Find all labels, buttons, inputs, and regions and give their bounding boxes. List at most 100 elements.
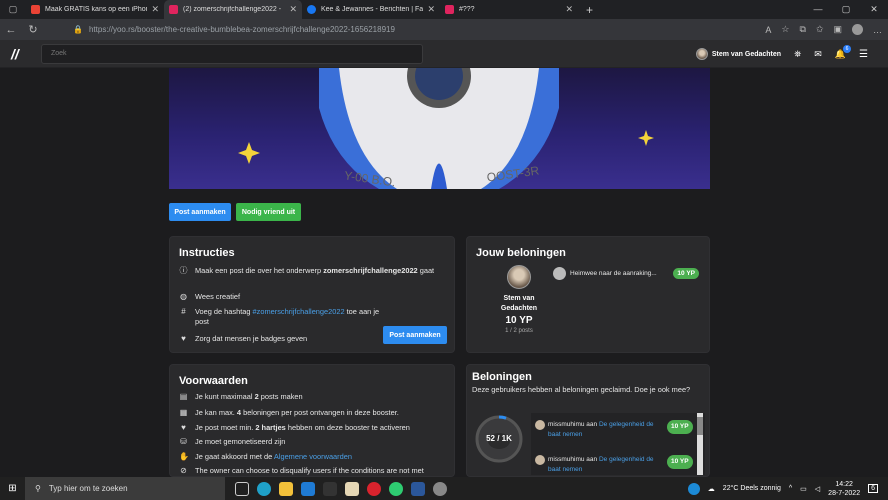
post-aanmaken-button[interactable]: Post aanmaken <box>169 203 231 221</box>
extensions-icon[interactable]: ⧉ <box>800 24 806 35</box>
claim-user[interactable]: missmuhimu <box>548 456 584 463</box>
instructie-item: ♥ Zorg dat mensen je badges geven <box>179 334 307 344</box>
app-icon[interactable] <box>433 481 447 496</box>
tab-2[interactable]: (2) zomerschrijfchallenge2022 - ✕ <box>164 0 302 19</box>
help-icon[interactable] <box>687 482 700 495</box>
header-actions: Stem van Gedachten ⛯ ✉ 🔔 6 ☰ <box>695 40 868 68</box>
clock-time: 14:22 <box>835 480 853 488</box>
close-icon[interactable]: ✕ <box>565 4 573 15</box>
user-name: Stem van Gedachten <box>711 50 782 58</box>
taskbar-search-text: Typ hier om te zoeken <box>48 484 128 493</box>
user-x-icon: ⊘ <box>180 466 187 475</box>
read-aloud-icon[interactable]: A <box>765 25 771 35</box>
voorwaarde-item: ⊘ The owner can choose to disqualify use… <box>179 466 424 476</box>
whatsapp-icon[interactable] <box>389 481 403 496</box>
collections-icon[interactable]: ▣ <box>833 24 842 35</box>
lock-icon[interactable]: 🔒 <box>73 25 83 34</box>
address-bar: ← ↻ 🔒 https://yoo.rs/booster/the-creativ… <box>0 19 888 40</box>
notifications-icon[interactable]: 6 <box>868 484 878 493</box>
palette-icon: ◍ <box>180 292 187 301</box>
yoors-icon <box>169 5 178 14</box>
url-field[interactable]: 🔒 https://yoo.rs/booster/the-creative-bu… <box>69 21 669 38</box>
post-thumbnail <box>553 267 566 280</box>
tab-title: Kee & Jewannes - Berichten | Fa <box>321 6 424 13</box>
heart-icon: ♥ <box>181 334 186 343</box>
back-icon[interactable]: ← <box>0 24 22 36</box>
invite-friend-button[interactable]: Nodig vriend uit <box>236 203 301 221</box>
paint-icon[interactable] <box>345 481 359 496</box>
tab-4[interactable]: #??? ✕ <box>440 0 578 19</box>
instructie-item: ◍ Wees creatief <box>179 292 240 302</box>
voorwaarde-item: ⛁ Je moet gemonetiseerd zijn <box>179 437 285 447</box>
instructie-text: Wees creatief <box>195 292 241 301</box>
claim-user[interactable]: missmuhimu <box>548 421 584 428</box>
avatar <box>535 455 545 465</box>
clock-date: 28-7-2022 <box>828 489 861 497</box>
winamp-icon[interactable] <box>323 481 337 496</box>
instructie-text: Maak een post die over het onderwerp zom… <box>195 266 435 275</box>
close-icon[interactable]: ✕ <box>151 4 159 15</box>
tab-actions-icon[interactable]: ▢ <box>0 0 26 19</box>
voorwaarden-title: Voorwaarden <box>179 375 248 387</box>
yp-badge: 10 YP <box>667 420 693 434</box>
minimize-icon[interactable]: — <box>804 0 832 19</box>
binoculars-icon[interactable]: ⛯ <box>794 49 801 60</box>
mail-app-icon[interactable] <box>301 481 315 496</box>
scrollbar[interactable] <box>697 413 703 475</box>
reward-post[interactable]: Heimwee naar de aanraking... 10 YP <box>553 267 699 280</box>
progress-value: 52 / 1K <box>486 434 512 443</box>
voorwaarde-text: Je moet gemonetiseerd zijn <box>195 437 286 446</box>
system-tray: ☁ 22°C Deels zonnig ^ ▭ ◁ 14:22 28-7-2022… <box>687 477 878 500</box>
claim-aan: aan <box>586 421 598 428</box>
rewards-card: Jouw beloningen Stem van Gedachten 10 YP… <box>466 236 710 353</box>
facebook-icon <box>307 5 316 14</box>
clock[interactable]: 14:22 28-7-2022 <box>828 480 860 498</box>
new-tab-icon[interactable]: + <box>586 3 593 17</box>
close-icon[interactable]: ✕ <box>289 4 297 15</box>
handshake-icon: ✋ <box>179 452 189 461</box>
favorite-star-icon[interactable]: ☆ <box>781 24 789 35</box>
weather-text[interactable]: 22°C Deels zonnig <box>723 485 781 492</box>
more-icon[interactable]: … <box>873 25 882 35</box>
task-view-icon[interactable] <box>235 481 249 496</box>
beloningen-card: Beloningen Deze gebruikers hebben al bel… <box>466 364 710 477</box>
coins-icon: ⛁ <box>180 437 187 446</box>
mail-icon[interactable]: ✉ <box>814 49 822 60</box>
hashtag-link[interactable]: #zomerschrijfchallenge2022 <box>253 307 345 316</box>
voorwaarden-card: Voorwaarden ▤ Je kunt maximaal 2 posts m… <box>169 364 455 477</box>
instructie-text: Voeg de hashtag #zomerschrijfchallenge20… <box>195 307 380 326</box>
user-menu[interactable]: Stem van Gedachten <box>695 48 782 60</box>
maximize-icon[interactable]: ▢ <box>832 0 860 19</box>
tab-3[interactable]: Kee & Jewannes - Berichten | Fa ✕ <box>302 0 440 19</box>
tab-title: (2) zomerschrijfchallenge2022 - <box>183 6 282 13</box>
file-explorer-icon[interactable] <box>279 481 293 496</box>
bell-icon[interactable]: 🔔 6 <box>835 44 852 60</box>
heart-icon: ♥ <box>181 423 186 432</box>
claims-list[interactable]: missmuhimu aan De gelegenheid de baat ne… <box>531 413 705 475</box>
yoors-logo[interactable]: // <box>11 46 19 62</box>
refresh-icon[interactable]: ↻ <box>22 23 44 36</box>
reward-user-box: Stem van Gedachten 10 YP 1 / 2 posts <box>493 265 545 343</box>
windows-start-icon[interactable]: ⊞ <box>0 477 25 500</box>
search-input[interactable]: Zoek <box>41 44 423 64</box>
info-icon: ⓘ <box>179 266 188 275</box>
avatar <box>535 420 545 430</box>
favorites-icon[interactable]: ✩ <box>816 24 824 35</box>
post-aanmaken-button[interactable]: Post aanmaken <box>383 326 447 344</box>
instructie-item: # Voeg de hashtag #zomerschrijfchallenge… <box>179 307 384 327</box>
speaker-icon[interactable]: ◁ <box>815 485 820 493</box>
profile-icon[interactable] <box>852 24 863 35</box>
yp-badge: 10 YP <box>667 455 693 469</box>
edge-icon[interactable] <box>257 481 271 496</box>
windows-taskbar: ⊞ ⚲ Typ hier om te zoeken ☁ 22°C Deels z… <box>0 477 888 500</box>
word-icon[interactable] <box>411 481 425 496</box>
network-icon[interactable]: ▭ <box>800 485 807 493</box>
close-icon[interactable]: ✕ <box>427 4 435 15</box>
terms-link[interactable]: Algemene voorwaarden <box>274 452 352 461</box>
close-window-icon[interactable]: ✕ <box>860 0 888 19</box>
tab-1[interactable]: Maak GRATIS kans op een iPhone ✕ <box>26 0 164 19</box>
tray-chevron-icon[interactable]: ^ <box>789 485 792 492</box>
taskbar-search[interactable]: ⚲ Typ hier om te zoeken <box>25 477 225 500</box>
opera-icon[interactable] <box>367 481 381 496</box>
menu-icon[interactable]: ☰ <box>859 49 868 60</box>
